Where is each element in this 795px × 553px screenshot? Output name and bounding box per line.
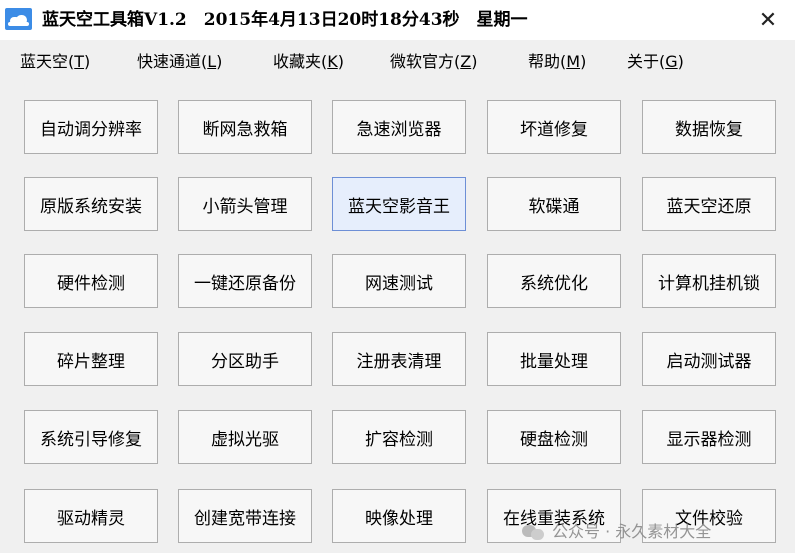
- window-title: 蓝天空工具箱V1.2 2015年4月13日20时18分43秒 星期一: [42, 10, 528, 30]
- tool-button-registry-cleaner[interactable]: 注册表清理: [332, 332, 466, 386]
- tool-button-system-optimize[interactable]: 系统优化: [487, 254, 621, 308]
- tool-button-network-rescue[interactable]: 断网急救箱: [178, 100, 312, 154]
- tool-button-batch-process[interactable]: 批量处理: [487, 332, 621, 386]
- menu-item-help[interactable]: 帮助(M): [528, 51, 586, 73]
- tool-button-ultraiso[interactable]: 软碟通: [487, 177, 621, 231]
- tool-button-data-recovery[interactable]: 数据恢复: [642, 100, 776, 154]
- wechat-icon: [522, 523, 546, 541]
- tool-button-speed-test[interactable]: 网速测试: [332, 254, 466, 308]
- tool-button-original-system-install[interactable]: 原版系统安装: [24, 177, 158, 231]
- title-bar[interactable]: 蓝天空工具箱V1.2 2015年4月13日20时18分43秒 星期一 ✕: [0, 0, 795, 40]
- app-window: 蓝天空工具箱V1.2 2015年4月13日20时18分43秒 星期一 ✕ 蓝天空…: [0, 0, 795, 553]
- menu-item-lantiankong[interactable]: 蓝天空(T): [20, 51, 90, 73]
- menu-item-about[interactable]: 关于(G): [627, 51, 684, 73]
- menu-item-quick-access[interactable]: 快速通道(L): [137, 51, 222, 73]
- tool-button-disk-check[interactable]: 硬盘检测: [487, 410, 621, 464]
- tool-button-hardware-check[interactable]: 硬件检测: [24, 254, 158, 308]
- close-icon: ✕: [758, 7, 778, 33]
- tool-button-bad-sector-repair[interactable]: 坏道修复: [487, 100, 621, 154]
- tool-button-broadband-connection[interactable]: 创建宽带连接: [178, 489, 312, 543]
- tool-button-idle-lock[interactable]: 计算机挂机锁: [642, 254, 776, 308]
- menu-item-favorites[interactable]: 收藏夹(K): [273, 51, 344, 73]
- tool-button-one-key-backup[interactable]: 一键还原备份: [178, 254, 312, 308]
- tool-button-defragment[interactable]: 碎片整理: [24, 332, 158, 386]
- watermark-text: 公众号 · 永久素材大全: [552, 522, 712, 541]
- tool-button-shortcut-arrow-manager[interactable]: 小箭头管理: [178, 177, 312, 231]
- close-button[interactable]: ✕: [754, 6, 782, 34]
- tool-button-virtual-drive[interactable]: 虚拟光驱: [178, 410, 312, 464]
- menu-bar: 蓝天空(T) 快速通道(L) 收藏夹(K) 微软官方(Z) 帮助(M) 关于(G…: [0, 40, 795, 84]
- tool-button-boot-tester[interactable]: 启动测试器: [642, 332, 776, 386]
- watermark: 公众号 · 永久素材大全: [522, 520, 711, 544]
- tool-button-monitor-check[interactable]: 显示器检测: [642, 410, 776, 464]
- tool-button-system-restore[interactable]: 蓝天空还原: [642, 177, 776, 231]
- tool-button-partition-assistant[interactable]: 分区助手: [178, 332, 312, 386]
- tool-button-image-processing[interactable]: 映像处理: [332, 489, 466, 543]
- tool-button-driver-genius[interactable]: 驱动精灵: [24, 489, 158, 543]
- tool-button-auto-resolution[interactable]: 自动调分辨率: [24, 100, 158, 154]
- menu-item-microsoft-official[interactable]: 微软官方(Z): [390, 51, 477, 73]
- tool-button-capacity-check[interactable]: 扩容检测: [332, 410, 466, 464]
- app-cloud-icon: [5, 8, 32, 30]
- tool-button-fast-browser[interactable]: 急速浏览器: [332, 100, 466, 154]
- tool-button-boot-repair[interactable]: 系统引导修复: [24, 410, 158, 464]
- tool-button-media-player[interactable]: 蓝天空影音王: [332, 177, 466, 231]
